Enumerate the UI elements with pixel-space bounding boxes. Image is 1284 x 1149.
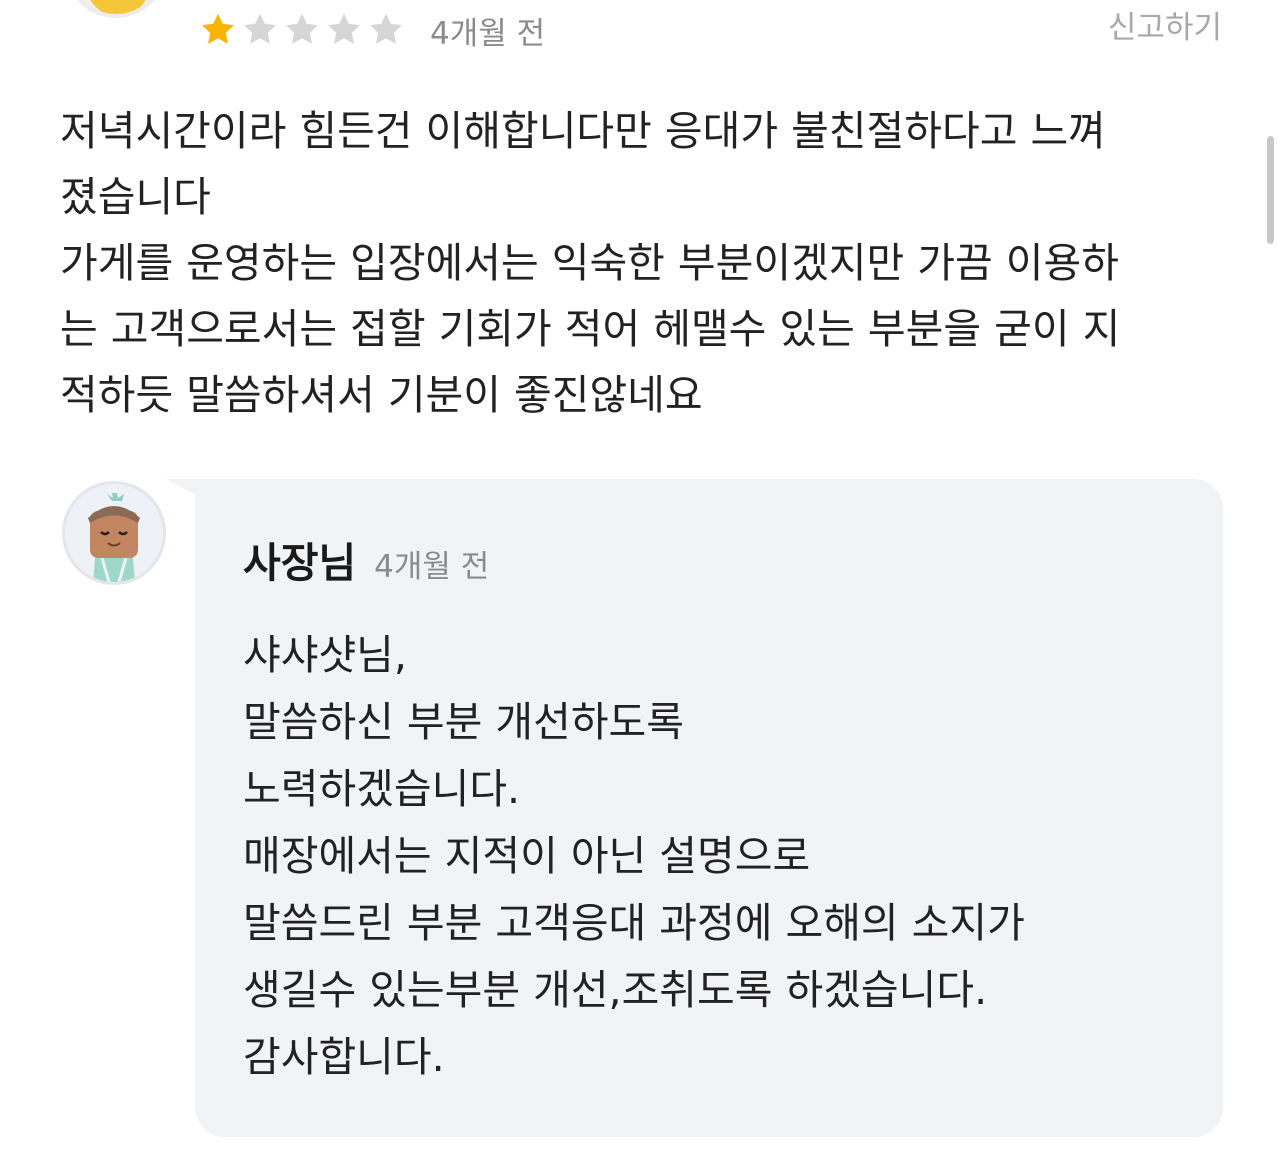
star-icon — [370, 13, 402, 44]
reply-text: 샤샤샷님, 말씀하신 부분 개선하도록 노력하겠습니다. 매장에서는 지적이 아… — [243, 631, 1025, 1081]
scrollbar[interactable] — [1267, 136, 1274, 244]
reviewer-avatar[interactable] — [66, 0, 166, 18]
star-icon — [244, 13, 276, 44]
review-meta: 4개월 전 — [198, 8, 545, 52]
review-text: 저녁시간이라 힘든건 이해합니다만 응대가 불친절하다고 느껴 졌습니다 가게를… — [60, 107, 1121, 419]
reply-time: 4개월 전 — [374, 549, 490, 585]
review-time: 4개월 전 — [430, 15, 546, 52]
star-icon — [286, 13, 318, 44]
owner-name: 사장님 — [243, 539, 357, 587]
owner-reply: 사장님 4개월 전 샤샤샷님, 말씀하신 부분 개선하도록 노력하겠습니다. 매… — [195, 479, 1223, 1137]
reply-header: 사장님 4개월 전 — [243, 529, 489, 589]
owner-avatar[interactable] — [62, 481, 166, 585]
reply-bubble-tail — [166, 479, 196, 495]
star-rating — [198, 10, 408, 50]
star-icon — [202, 13, 234, 44]
report-button[interactable]: 신고하기 — [1108, 8, 1222, 48]
star-icon — [328, 13, 360, 44]
